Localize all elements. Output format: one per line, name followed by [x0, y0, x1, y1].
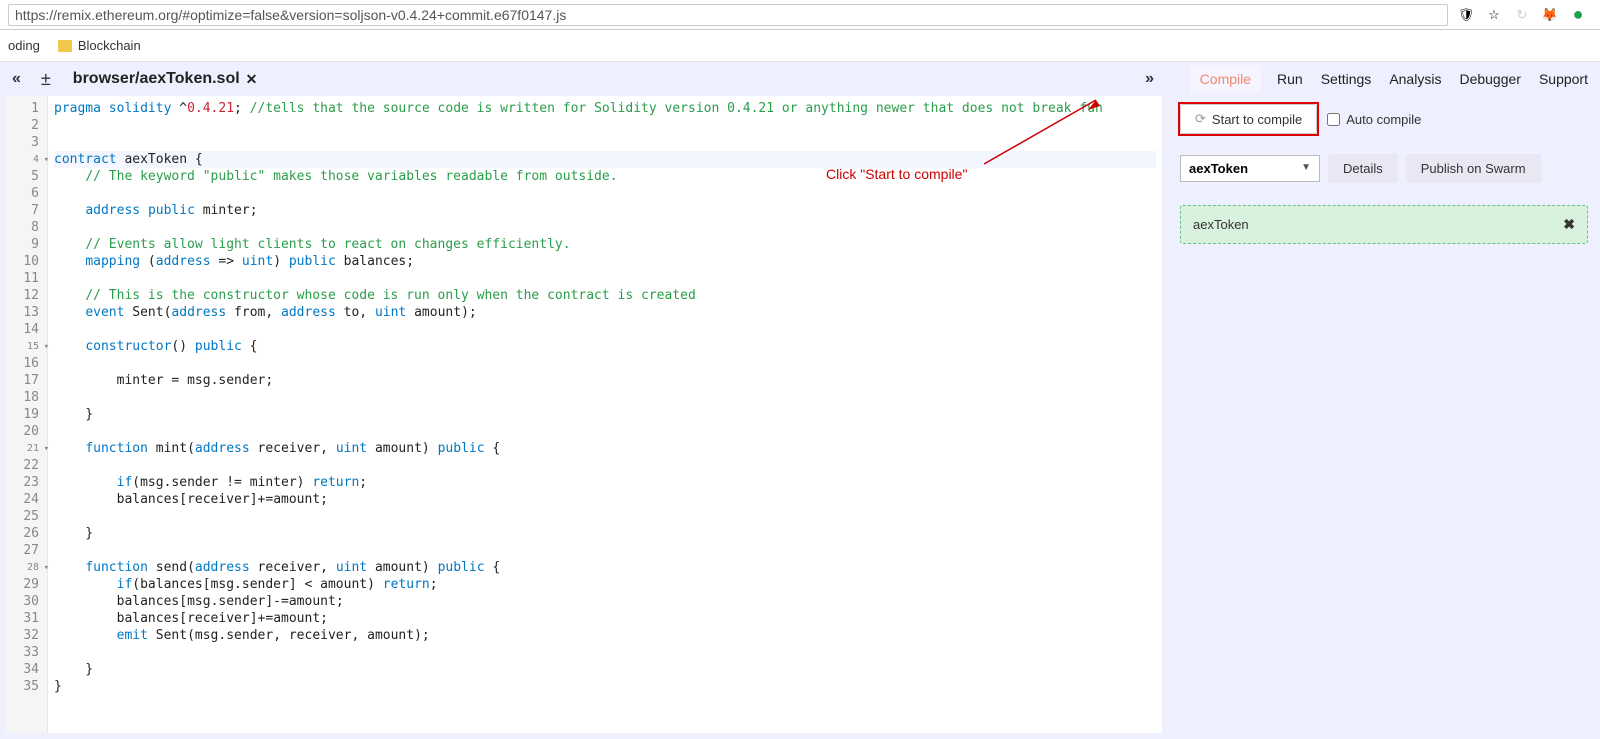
- editor-code-area[interactable]: pragma solidity ^0.4.21; //tells that th…: [48, 96, 1162, 733]
- editor-gutter: 1234567891011121314151617181920212223242…: [6, 96, 48, 733]
- tab-analysis[interactable]: Analysis: [1387, 67, 1443, 91]
- auto-compile-toggle[interactable]: Auto compile: [1327, 112, 1421, 127]
- tab-compile[interactable]: Compile: [1190, 65, 1261, 93]
- tab-settings[interactable]: Settings: [1319, 67, 1374, 91]
- dot-icon[interactable]: ●: [1570, 7, 1586, 23]
- side-panel: Compile Run Settings Analysis Debugger S…: [1168, 62, 1600, 739]
- file-tab-label: browser/aexToken.sol: [73, 70, 240, 88]
- contract-select[interactable]: aexToken: [1180, 155, 1320, 182]
- bookmark-blockchain[interactable]: Blockchain: [58, 38, 141, 53]
- tab-run[interactable]: Run: [1275, 67, 1305, 91]
- auto-compile-label: Auto compile: [1346, 112, 1421, 127]
- editor-tab-bar: « ± browser/aexToken.sol ✕ »: [0, 62, 1168, 96]
- file-tab[interactable]: browser/aexToken.sol ✕: [65, 66, 266, 92]
- tab-debugger[interactable]: Debugger: [1457, 67, 1523, 91]
- bookmark-label: oding: [8, 38, 40, 53]
- side-tab-bar: Compile Run Settings Analysis Debugger S…: [1168, 62, 1600, 96]
- close-icon[interactable]: ✕: [246, 71, 258, 88]
- compile-button-label: Start to compile: [1212, 112, 1302, 127]
- code-editor[interactable]: 1234567891011121314151617181920212223242…: [6, 96, 1162, 733]
- tab-new-icon[interactable]: ±: [35, 69, 57, 90]
- url-input[interactable]: [8, 4, 1448, 26]
- bookmark-label: Blockchain: [78, 38, 141, 53]
- reload-icon: ⟳: [1195, 111, 1206, 127]
- tab-nav-left-icon[interactable]: «: [6, 70, 27, 88]
- tab-overflow-icon[interactable]: »: [1137, 70, 1162, 88]
- contract-select-value: aexToken: [1189, 161, 1248, 176]
- bookmark-coding[interactable]: oding: [8, 38, 40, 53]
- start-compile-button[interactable]: ⟳ Start to compile: [1180, 104, 1317, 134]
- browser-url-bar: 🛡 ☆ ↻ 🦊 ●: [0, 0, 1600, 30]
- fox-icon[interactable]: 🦊: [1542, 7, 1558, 23]
- folder-icon: [58, 40, 72, 52]
- annotation-arrow: [976, 96, 1146, 172]
- auto-compile-checkbox[interactable]: [1327, 113, 1340, 126]
- tab-support[interactable]: Support: [1537, 67, 1590, 91]
- close-icon[interactable]: ✖: [1563, 216, 1575, 233]
- refresh-icon[interactable]: ↻: [1514, 7, 1530, 23]
- shield-icon[interactable]: 🛡: [1458, 7, 1474, 23]
- star-icon[interactable]: ☆: [1486, 7, 1502, 23]
- bookmark-bar: oding Blockchain: [0, 30, 1600, 62]
- annotation-text: Click "Start to compile": [826, 166, 967, 182]
- compile-result-card: aexToken ✖: [1180, 205, 1588, 244]
- details-button[interactable]: Details: [1328, 154, 1398, 183]
- publish-swarm-button[interactable]: Publish on Swarm: [1406, 154, 1541, 183]
- result-contract-name: aexToken: [1193, 217, 1249, 232]
